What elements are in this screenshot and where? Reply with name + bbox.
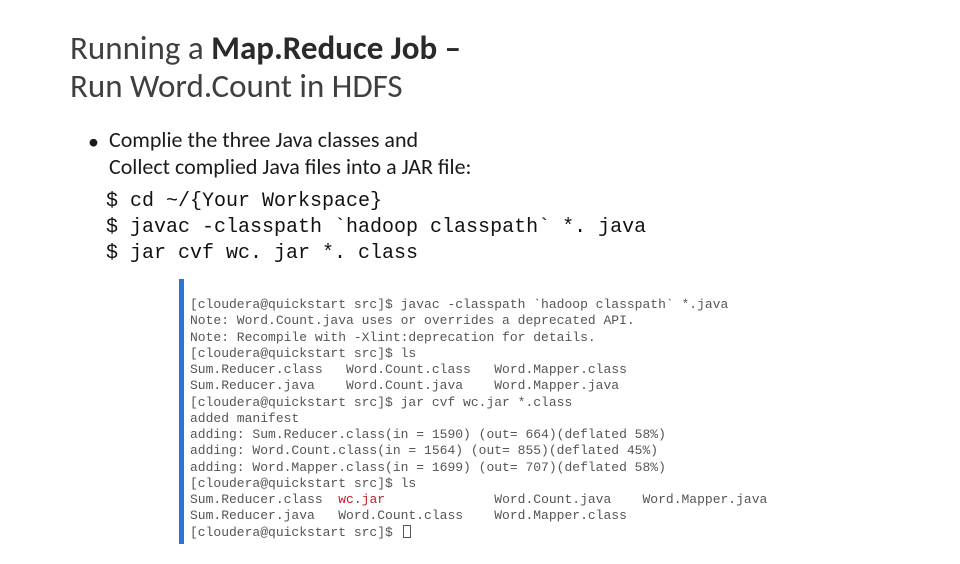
ls-entry: Sum.Reducer.class (190, 492, 338, 507)
terminal-line: added manifest (190, 411, 299, 426)
terminal-line: Note: Word.Count.java uses or overrides … (190, 313, 635, 328)
command-line: $ cd ~/{Your Workspace} (106, 189, 890, 215)
terminal-line: Sum.Reducer.class wc.jar Word.Count.java… (190, 492, 767, 507)
terminal-line: Sum.Reducer.java Word.Count.java Word.Ma… (190, 378, 619, 393)
bullet-line-2: Collect complied Java files into a JAR f… (109, 153, 471, 181)
terminal-screenshot: [cloudera@quickstart src]$ javac -classp… (179, 279, 821, 544)
terminal-line: adding: Sum.Reducer.class(in = 1590) (ou… (190, 427, 666, 442)
terminal-line: Sum.Reducer.class Word.Count.class Word.… (190, 362, 627, 377)
title-bold: Map.Reduce Job – (211, 28, 461, 68)
ls-entry-highlight: wc.jar (338, 492, 385, 507)
prompt: [cloudera@quickstart src]$ (190, 525, 401, 540)
terminal-cursor (403, 525, 411, 538)
terminal-line: [cloudera@quickstart src]$ (190, 525, 411, 540)
slide-subtitle: Run Word.Count in HDFS (70, 68, 890, 106)
bullet-marker: • (88, 128, 99, 183)
title-prefix: Running a (70, 28, 211, 68)
slide: Running a Map.Reduce Job – Run Word.Coun… (0, 0, 960, 564)
terminal-output: [cloudera@quickstart src]$ javac -classp… (184, 279, 821, 544)
command-line: $ javac -classpath `hadoop classpath` *.… (106, 215, 890, 241)
terminal-line: [cloudera@quickstart src]$ javac -classp… (190, 297, 728, 312)
terminal-line: adding: Word.Count.class(in = 1564) (out… (190, 443, 658, 458)
terminal-line: [cloudera@quickstart src]$ ls (190, 476, 416, 491)
terminal-line: adding: Word.Mapper.class(in = 1699) (ou… (190, 460, 666, 475)
ls-entry: Word.Count.java Word.Mapper.java (385, 492, 767, 507)
command-line: $ jar cvf wc. jar *. class (106, 241, 890, 267)
terminal-line: [cloudera@quickstart src]$ jar cvf wc.ja… (190, 395, 572, 410)
bullet-text: Complie the three Java classes and Colle… (109, 126, 471, 181)
bullet-line-1: Complie the three Java classes and (109, 126, 471, 154)
terminal-line: Sum.Reducer.java Word.Count.class Word.M… (190, 508, 627, 523)
bullet-item: • Complie the three Java classes and Col… (88, 126, 890, 181)
slide-title: Running a Map.Reduce Job – (70, 30, 890, 68)
terminal-line: Note: Recompile with -Xlint:deprecation … (190, 330, 596, 345)
terminal-line: [cloudera@quickstart src]$ ls (190, 346, 416, 361)
command-block: $ cd ~/{Your Workspace} $ javac -classpa… (106, 189, 890, 267)
